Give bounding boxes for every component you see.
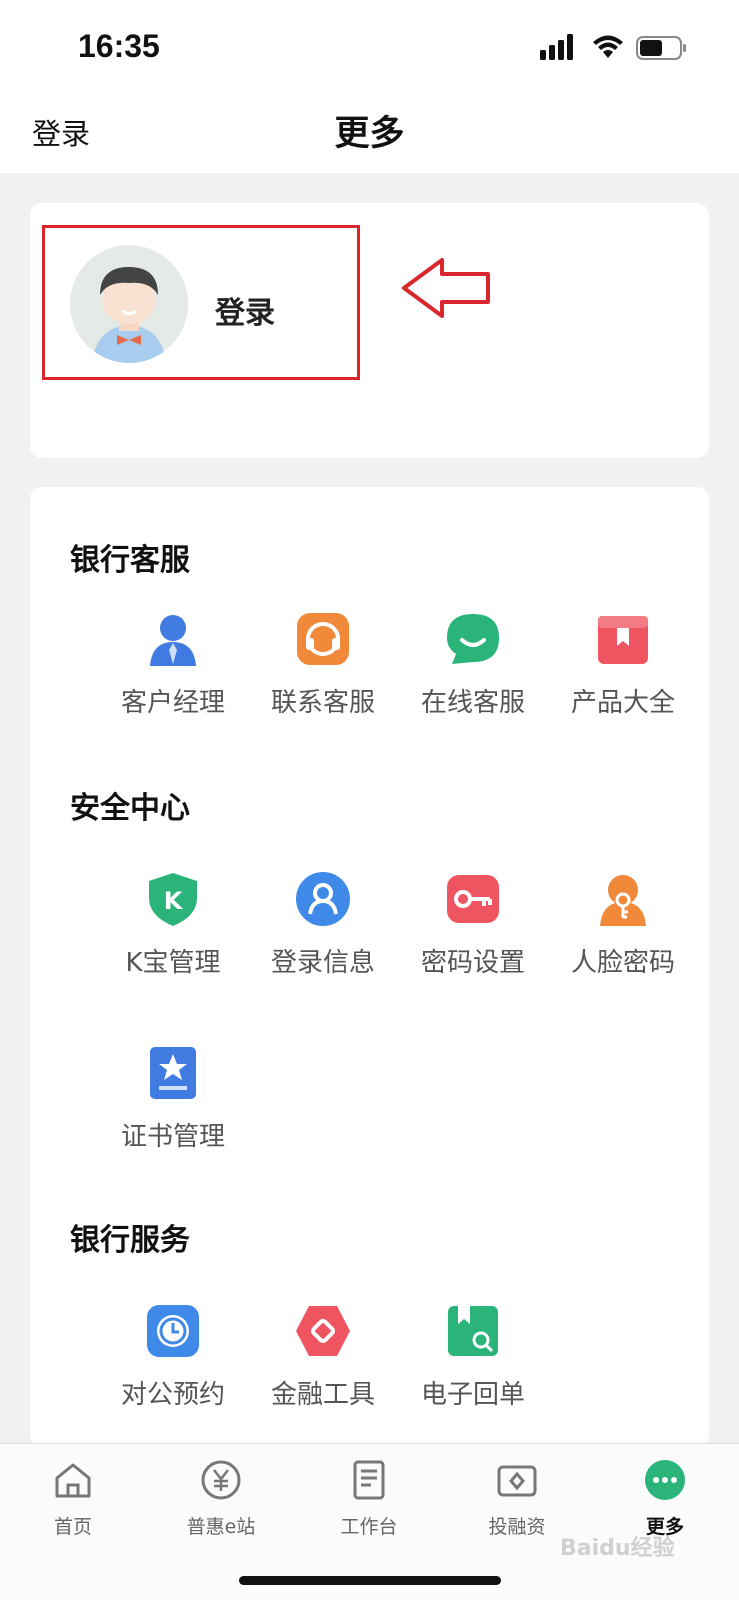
menu-item-label: 金融工具 [270, 1380, 375, 1410]
tab-more[interactable]: 更多 [600, 1458, 730, 1539]
status-bar: 16:35 [0, 0, 739, 95]
headset-icon [297, 613, 349, 665]
product-box-icon [598, 616, 648, 664]
svg-text:K: K [164, 887, 184, 915]
menu-item-label: 证书管理 [120, 1122, 225, 1152]
menu-item-account-manager[interactable]: 客户经理 [98, 610, 248, 719]
login-entry[interactable]: 登录 [42, 225, 360, 380]
menu-item-product-list[interactable]: 产品大全 [548, 610, 698, 719]
status-time: 16:35 [78, 28, 160, 64]
menu-item-label: 在线客服 [420, 688, 525, 718]
menu-item-online-service[interactable]: 在线客服 [398, 610, 548, 719]
avatar-illustration-icon [92, 267, 166, 363]
chat-bubble-icon [447, 614, 499, 664]
battery-icon [636, 36, 686, 60]
home-icon [55, 1463, 91, 1498]
receipt-search-icon [448, 1306, 498, 1356]
menu-item-label: 电子回单 [420, 1380, 525, 1410]
watermark: Baidu经验 [560, 1536, 675, 1561]
page-title: 更多 [334, 114, 405, 154]
home-indicator[interactable] [239, 1576, 501, 1585]
menu-item-label: 密码设置 [420, 948, 525, 978]
menu-item-login-info[interactable]: 登录信息 [248, 870, 398, 979]
menu-item-financial-tools[interactable]: 金融工具 [248, 1302, 398, 1411]
menu-item-face-password[interactable]: 人脸密码 [548, 870, 698, 979]
login-card: 登录 [30, 203, 709, 458]
user-badge-icon [296, 872, 350, 926]
tab-home[interactable]: 首页 [8, 1458, 138, 1539]
document-icon [353, 1460, 385, 1500]
tab-investment-financing[interactable]: 投融资 [452, 1458, 582, 1539]
menu-item-label: K宝管理 [125, 948, 221, 978]
account-manager-icon [150, 615, 196, 666]
yen-icon [201, 1460, 241, 1500]
finance-tool-icon [296, 1306, 350, 1356]
menu-item-label: 对公预约 [120, 1380, 225, 1410]
tab-label: 首页 [53, 1516, 92, 1538]
wallet-icon [497, 1465, 537, 1497]
wifi-icon [593, 35, 623, 58]
avatar [70, 245, 188, 363]
login-label: 登录 [215, 296, 275, 331]
cellular-signal-icon [540, 34, 573, 60]
menu-item-k-bao[interactable]: K K宝管理 [98, 870, 248, 979]
section-title-security: 安全中心 [70, 791, 190, 826]
tab-label: 工作台 [340, 1516, 398, 1538]
menu-item-label: 联系客服 [270, 688, 375, 718]
more-icon [645, 1460, 685, 1500]
tab-puhui-station[interactable]: 普惠e站 [156, 1458, 286, 1539]
services-card: 银行客服 客户经理 联系客服 在线客服 产品大全 安全中心 K K宝管理 登录信… [30, 487, 709, 1447]
menu-item-label: 人脸密码 [570, 948, 675, 978]
nav-bar: 登录 更多 [0, 95, 739, 173]
menu-item-label: 登录信息 [270, 948, 375, 978]
tab-workbench[interactable]: 工作台 [304, 1458, 434, 1539]
menu-item-label: 客户经理 [120, 688, 225, 718]
menu-item-certificate[interactable]: 证书管理 [98, 1044, 248, 1153]
clock-icon [147, 1305, 199, 1357]
menu-item-corporate-appointment[interactable]: 对公预约 [98, 1302, 248, 1411]
menu-item-password-settings[interactable]: 密码设置 [398, 870, 548, 979]
menu-item-e-receipt[interactable]: 电子回单 [398, 1302, 548, 1411]
menu-item-contact-service[interactable]: 联系客服 [248, 610, 398, 719]
k-shield-icon: K [149, 873, 197, 926]
certificate-icon [150, 1047, 196, 1099]
tab-label: 普惠e站 [186, 1516, 256, 1538]
face-key-icon [600, 875, 646, 926]
section-title-customer-service: 银行客服 [70, 543, 190, 578]
left-arrow-annotation-icon [402, 258, 490, 318]
menu-item-label: 产品大全 [570, 688, 675, 718]
section-title-bank-services: 银行服务 [70, 1223, 190, 1258]
key-icon [447, 875, 499, 923]
